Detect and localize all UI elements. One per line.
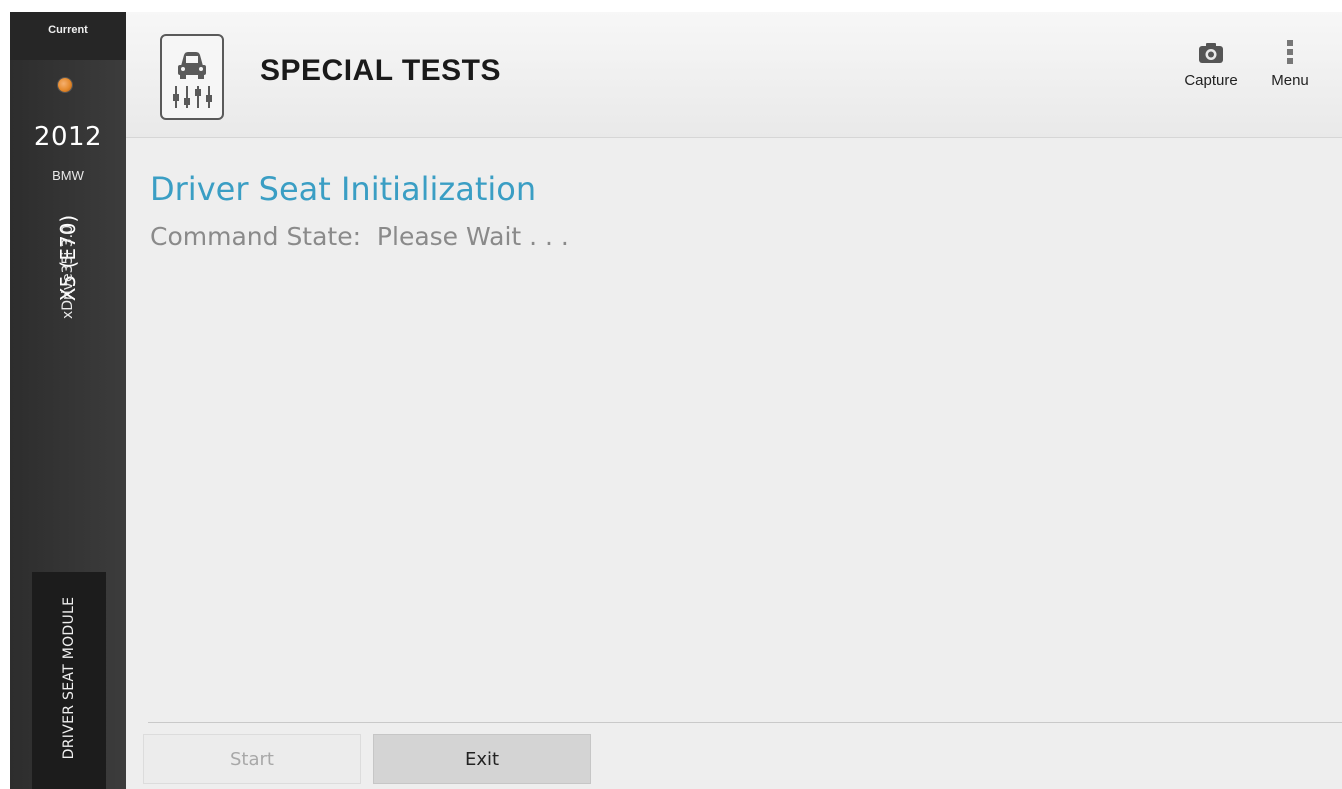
current-label: Current <box>48 24 88 36</box>
vehicle-test-icon <box>160 34 224 120</box>
vehicle-submodel: xDrive35i 3.0 <box>60 224 76 320</box>
exit-button[interactable]: Exit <box>373 734 591 784</box>
current-tab[interactable]: Current <box>10 12 126 60</box>
vehicle-make: BMW <box>52 168 84 183</box>
app-screen: Current 2012 BMW X5 (E70) xDrive35i 3.0 … <box>10 12 1342 789</box>
footer-divider <box>148 722 1342 723</box>
vci-connector-icon <box>58 78 72 92</box>
main-content: Driver Seat Initialization Command State… <box>126 138 1342 789</box>
vehicle-sidebar: Current 2012 BMW X5 (E70) xDrive35i 3.0 … <box>10 12 126 789</box>
menu-button[interactable]: Menu <box>1260 40 1320 112</box>
module-label: DRIVER SEAT MODULE <box>61 596 77 760</box>
page-title: SPECIAL TESTS <box>260 54 501 87</box>
camera-icon <box>1172 42 1250 64</box>
capture-button[interactable]: Capture <box>1172 42 1250 112</box>
capture-label: Capture <box>1184 72 1238 89</box>
command-state: Command State: Please Wait . . . <box>150 222 569 251</box>
vehicle-year: 2012 <box>33 122 103 152</box>
start-button[interactable]: Start <box>143 734 361 784</box>
header-bar: SPECIAL TESTS Capture Menu <box>126 12 1342 138</box>
vertical-dots-icon <box>1260 40 1320 64</box>
menu-label: Menu <box>1271 72 1309 89</box>
test-title: Driver Seat Initialization <box>150 170 537 208</box>
module-tab[interactable]: DRIVER SEAT MODULE <box>32 572 106 789</box>
